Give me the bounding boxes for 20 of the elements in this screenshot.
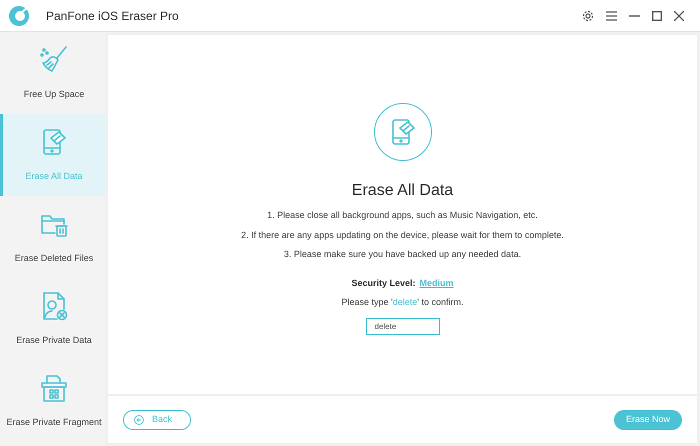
cabinet-icon [38, 372, 70, 404]
confirm-instruction: Please type 'delete' to confirm. [341, 296, 464, 309]
instruction-text: 3. Please make sure you have backed up any needed data. [284, 248, 522, 261]
sidebar-item[interactable]: Erase Deleted Files [0, 196, 105, 278]
security-level-label: Security Level: [351, 276, 416, 290]
instruction-text: 2. If there are any apps updating on the device, please wait for them to complete. [241, 228, 564, 242]
maximize-icon[interactable] [652, 10, 662, 20]
sidebar-item[interactable]: Free Up Space [0, 32, 105, 114]
back-arrow-icon [134, 414, 144, 424]
settings-icon[interactable] [582, 10, 594, 22]
confirm-input-field[interactable]: delete [366, 318, 440, 334]
page-title: Erase All Data [352, 181, 454, 201]
sidebar-item[interactable]: Erase Private Data [0, 278, 105, 360]
sidebar-item[interactable]: Erase Private Fragment [0, 360, 105, 442]
minimize-icon[interactable] [629, 14, 640, 16]
app-logo-icon [8, 4, 30, 26]
close-icon[interactable] [674, 10, 684, 20]
menu-icon[interactable] [606, 10, 617, 20]
instruction-text: 1. Please close all background apps, such as Music Navigation, etc. [267, 209, 538, 222]
window-title: PanFone iOS Eraser Pro [46, 8, 179, 24]
